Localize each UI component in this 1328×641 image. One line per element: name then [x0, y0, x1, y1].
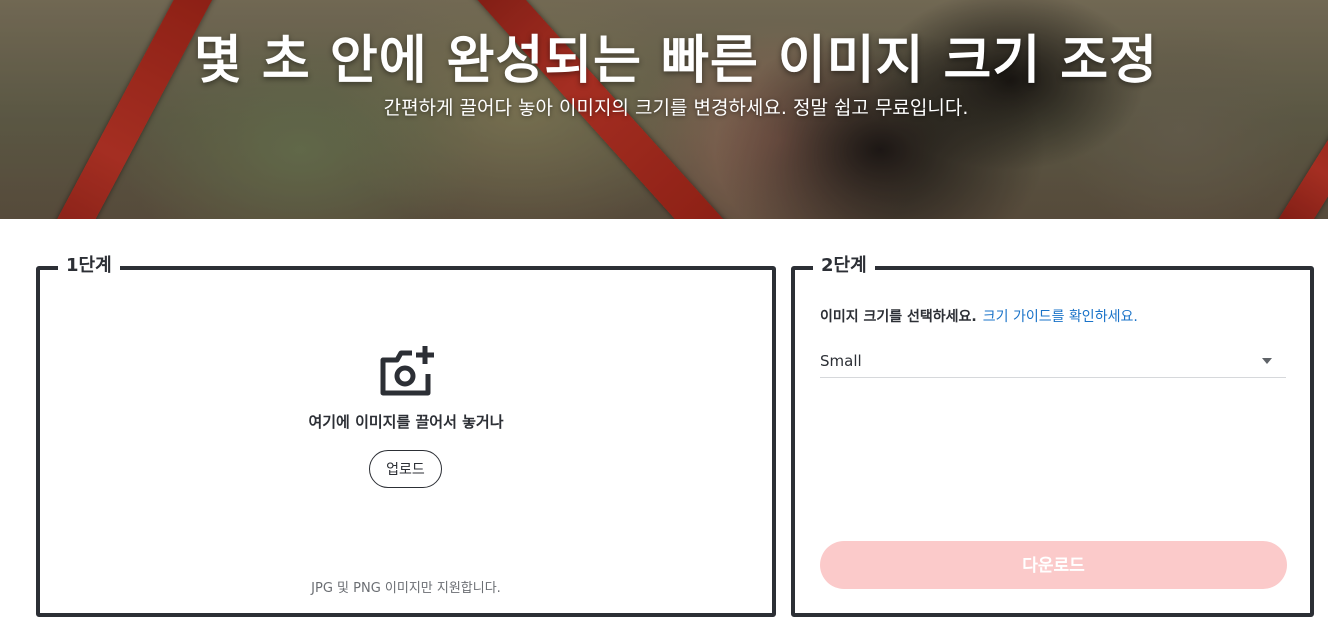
dropdown-arrow-icon	[1262, 358, 1272, 364]
size-prompt-label: 이미지 크기를 선택하세요.	[820, 309, 977, 325]
step2-size-panel: 2단계 이미지 크기를 선택하세요. 크기 가이드를 확인하세요. Small 다…	[791, 252, 1314, 617]
upload-button[interactable]: 업로드	[369, 450, 442, 488]
step1-legend: 1단계	[58, 252, 120, 280]
page-subtitle: 간편하게 끌어다 놓아 이미지의 크기를 변경하세요. 정말 쉽고 무료입니다.	[383, 97, 969, 119]
step2-legend: 2단계	[813, 252, 875, 280]
hero-banner: 몇 초 안에 완성되는 빠른 이미지 크기 조정 간편하게 끌어다 놓아 이미지…	[0, 0, 1328, 219]
size-select[interactable]: Small	[820, 349, 1286, 378]
download-button[interactable]: 다운로드	[820, 541, 1287, 589]
camera-plus-icon	[380, 346, 434, 396]
drop-zone-text: 여기에 이미지를 끌어서 놓거나	[308, 413, 504, 431]
size-prompt: 이미지 크기를 선택하세요. 크기 가이드를 확인하세요.	[820, 306, 1138, 326]
size-guide-link[interactable]: 크기 가이드를 확인하세요.	[983, 309, 1138, 325]
page-title: 몇 초 안에 완성되는 빠른 이미지 크기 조정	[193, 31, 1158, 91]
step1-upload-panel[interactable]: 1단계 여기에 이미지를 끌어서 놓거나 업로드 JPG 및 PNG 이미지만 …	[36, 252, 776, 617]
size-select-value: Small	[820, 352, 862, 370]
supported-formats-note: JPG 및 PNG 이미지만 지원합니다.	[311, 581, 501, 596]
